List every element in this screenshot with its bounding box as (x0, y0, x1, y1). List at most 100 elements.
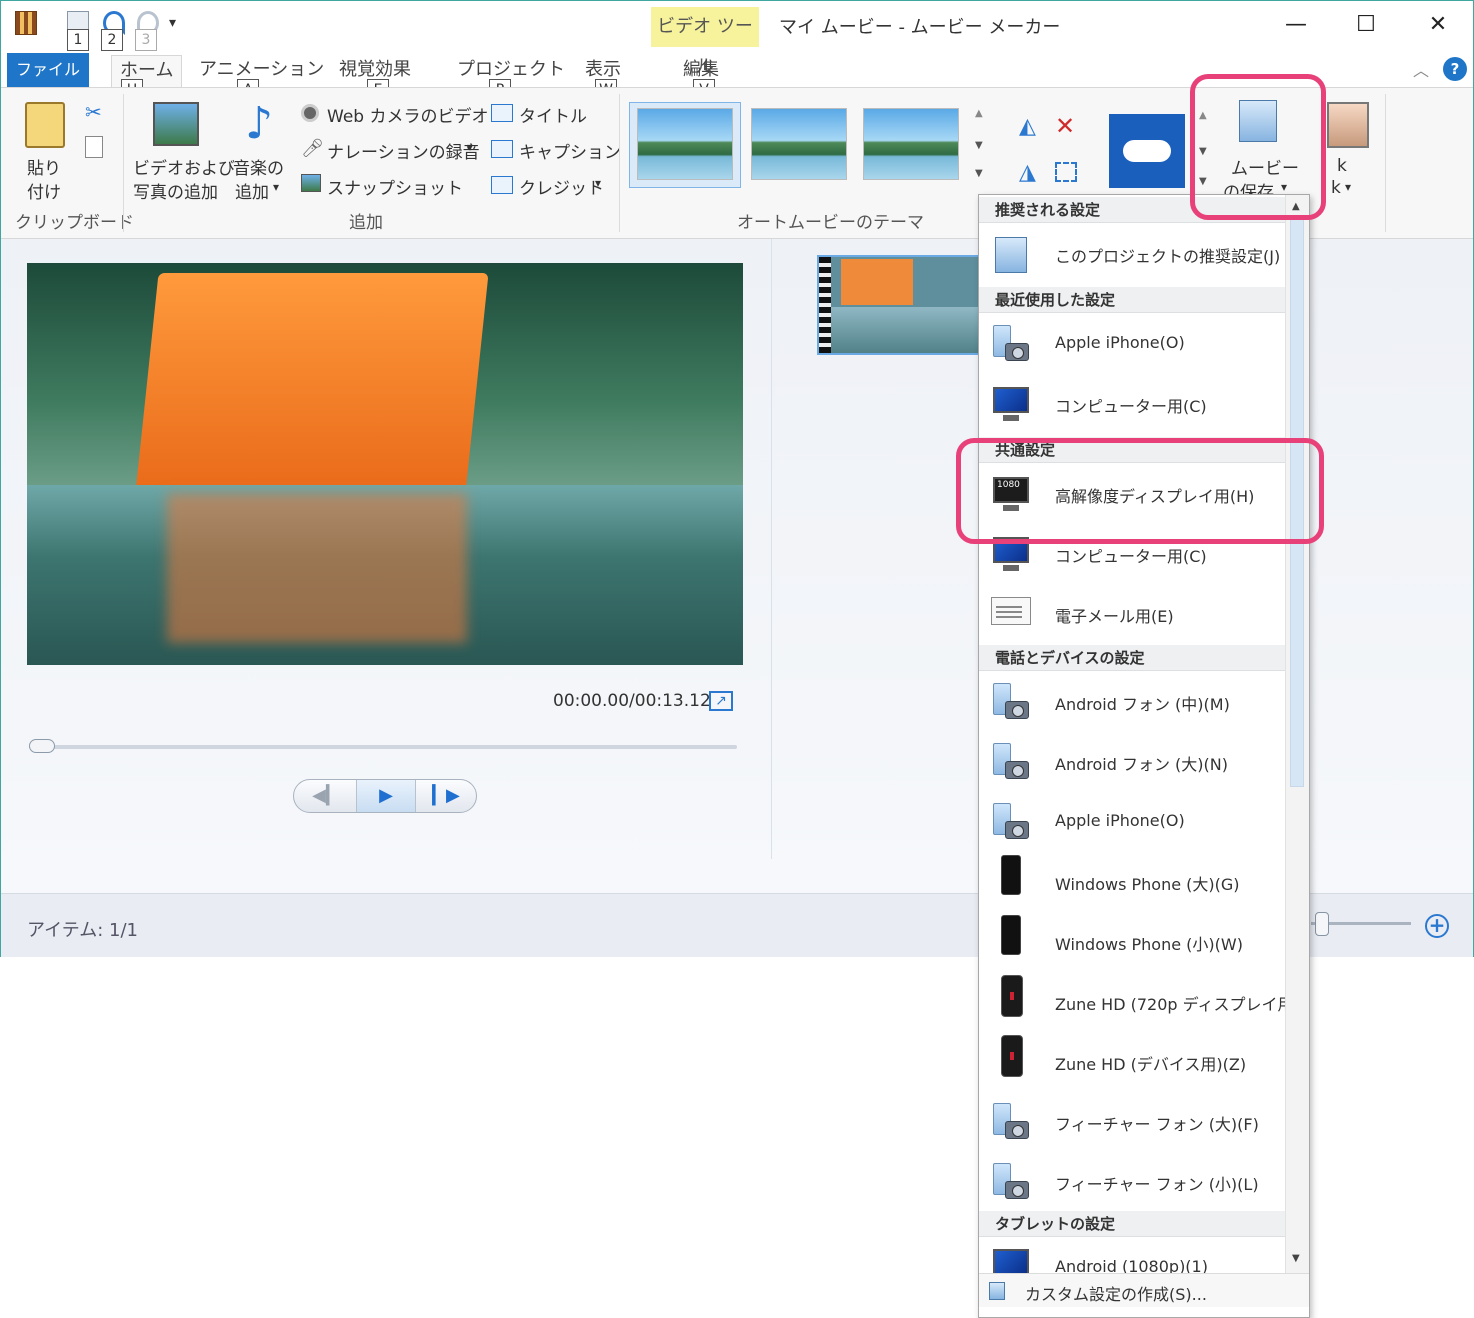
menu-item-feature-phone-small[interactable]: フィーチャー フォン (小)(L) (979, 1153, 1285, 1211)
tab-project[interactable]: プロジェクト (457, 55, 565, 81)
menu-item-label: Android (1080p)(1) (1055, 1257, 1208, 1273)
add-music-dropdown-icon[interactable]: ▾ (273, 180, 279, 194)
maximize-button[interactable]: ☐ (1349, 9, 1383, 41)
zune-icon (1001, 975, 1023, 1017)
app-film-icon[interactable] (15, 11, 37, 35)
rotate-right-icon[interactable]: ◮ (1019, 160, 1036, 185)
menu-item-windows-phone-large[interactable]: Windows Phone (大)(G) (979, 853, 1285, 911)
webcam-video-button[interactable]: Web カメラのビデオ (327, 102, 488, 127)
snapshot-icon (301, 174, 321, 192)
zoom-in-button[interactable]: + (1425, 914, 1449, 938)
menu-item-windows-phone-small[interactable]: Windows Phone (小)(W) (979, 913, 1285, 971)
music-note-icon[interactable]: ♪ (245, 98, 273, 149)
menu-item-email[interactable]: 電子メール用(E) (979, 585, 1285, 643)
seek-thumb[interactable] (29, 739, 55, 753)
tab-file[interactable]: ファイル (7, 53, 89, 87)
menu-item-zune-720p[interactable]: Zune HD (720p ディスプレイ用)(Z) (979, 973, 1309, 1031)
signin-dropdown-icon[interactable]: ▾ (1345, 180, 1351, 194)
cloud-icon (1123, 140, 1171, 162)
onedrive-upload-button[interactable] (1109, 114, 1185, 188)
caption-icon (491, 140, 513, 158)
caption-button[interactable]: キャプション (519, 138, 621, 163)
video-preview[interactable] (27, 263, 743, 665)
theme-scroll-up-icon[interactable]: ▲ (975, 108, 983, 119)
scroll-down-icon[interactable]: ▼ (1292, 1253, 1300, 1264)
menu-item-android-tablet[interactable]: Android (1080p)(1) (979, 1239, 1285, 1273)
time-display: 00:00.00/00:13.12 (553, 691, 711, 711)
title-icon (491, 104, 513, 122)
create-custom-settings-item[interactable]: カスタム設定の作成(S)... (1025, 1281, 1207, 1305)
close-button[interactable]: ✕ (1421, 9, 1455, 41)
credits-dropdown-icon[interactable]: ▾ (595, 176, 601, 190)
add-music-label-2[interactable]: 追加 (235, 178, 269, 203)
tab-visual-effects[interactable]: 視覚効果 (339, 55, 411, 81)
paste-label-1[interactable]: 貼り (27, 154, 61, 179)
title-button[interactable]: タイトル (519, 102, 587, 127)
theme-scroll-down-icon[interactable]: ▼ (975, 140, 983, 151)
window-title: マイ ムービー - ムービー メーカー (779, 17, 1061, 38)
play-button[interactable]: ▶ (356, 780, 416, 812)
cut-icon[interactable]: ✂ (85, 100, 102, 124)
menu-item-feature-phone-large[interactable]: フィーチャー フォン (大)(F) (979, 1093, 1285, 1151)
paste-icon[interactable] (25, 102, 65, 148)
quick-access-dropdown-icon[interactable]: ▾ (169, 15, 176, 31)
next-frame-button[interactable]: ▎▶ (416, 780, 476, 812)
theme-thumbnail[interactable] (751, 108, 847, 180)
rotate-left-icon[interactable]: ◭ (1019, 114, 1036, 139)
playback-controls: ◀▎ ▶ ▎▶ (293, 779, 477, 813)
group-separator (1385, 94, 1386, 232)
snapshot-button[interactable]: スナップショット (327, 174, 463, 199)
theme-gallery-expand-icon[interactable]: ▼ (975, 168, 983, 179)
select-all-icon[interactable] (1055, 162, 1077, 182)
help-icon[interactable]: ? (1443, 57, 1467, 81)
signin-label-1[interactable]: k (1337, 156, 1347, 176)
split-icon[interactable]: ↗ (709, 691, 733, 711)
tab-edit[interactable]: 編集 (683, 55, 719, 81)
project-settings-icon (991, 235, 1031, 275)
add-video-label-1[interactable]: ビデオおよび (133, 154, 235, 179)
menu-scrollbar[interactable]: ▲ ▼ (1285, 195, 1309, 1275)
add-video-label-2[interactable]: 写真の追加 (133, 178, 218, 203)
menu-item-recent-computer[interactable]: コンピューター用(C) (979, 375, 1285, 433)
phone-camera-icon (991, 683, 1031, 723)
pane-divider[interactable] (771, 239, 772, 859)
tab-animation[interactable]: アニメーション (199, 55, 324, 81)
menu-item-apple-iphone[interactable]: Apple iPhone(O) (979, 793, 1285, 851)
group-separator (123, 94, 124, 232)
paste-label-2[interactable]: 付け (27, 178, 61, 203)
seek-bar[interactable] (29, 745, 737, 749)
credits-button[interactable]: クレジット (519, 174, 604, 199)
tab-file-label: ファイル (15, 60, 80, 79)
menu-item-label: コンピューター用(C) (1055, 397, 1207, 416)
user-avatar[interactable] (1327, 102, 1369, 148)
collapse-ribbon-icon[interactable]: ︿ (1413, 57, 1429, 81)
storyboard-clip[interactable] (817, 255, 981, 355)
phone-camera-icon (991, 325, 1031, 365)
zune-icon (1001, 1035, 1023, 1077)
delete-icon[interactable]: ✕ (1055, 112, 1075, 140)
minimize-button[interactable]: — (1279, 9, 1313, 41)
menu-item-recent-iphone[interactable]: Apple iPhone(O) (979, 315, 1285, 373)
menu-item-zune-device[interactable]: Zune HD (デバイス用)(Z) (979, 1033, 1285, 1091)
automovie-group-label: オートムービーのテーマ (737, 213, 924, 233)
narration-button[interactable]: ナレーションの録音 (327, 138, 480, 163)
zoom-slider-thumb[interactable] (1315, 912, 1329, 936)
preview-orange-chair (135, 273, 489, 493)
film-strip-edge (819, 257, 831, 353)
add-music-label-1[interactable]: 音楽の (233, 154, 284, 179)
menu-item-android-large[interactable]: Android フォン (大)(N) (979, 733, 1285, 791)
menu-item-recommended-settings[interactable]: このプロジェクトの推奨設定(J) (979, 225, 1285, 283)
credits-icon (491, 176, 513, 194)
theme-thumbnail[interactable] (637, 108, 733, 180)
add-video-photo-icon[interactable] (153, 102, 199, 146)
narration-dropdown-icon[interactable]: ▾ (467, 140, 473, 154)
theme-thumbnail[interactable] (863, 108, 959, 180)
signin-label-2[interactable]: k (1331, 178, 1341, 198)
menu-item-android-medium[interactable]: Android フォン (中)(M) (979, 673, 1285, 731)
menu-item-label: Android フォン (中)(M) (1055, 695, 1230, 714)
copy-icon[interactable] (85, 136, 103, 158)
menu-item-label: 電子メール用(E) (1055, 607, 1174, 626)
preview-reflection-blur (167, 493, 467, 643)
previous-frame-button[interactable]: ◀▎ (296, 780, 356, 812)
tab-view[interactable]: 表示 (585, 55, 621, 81)
